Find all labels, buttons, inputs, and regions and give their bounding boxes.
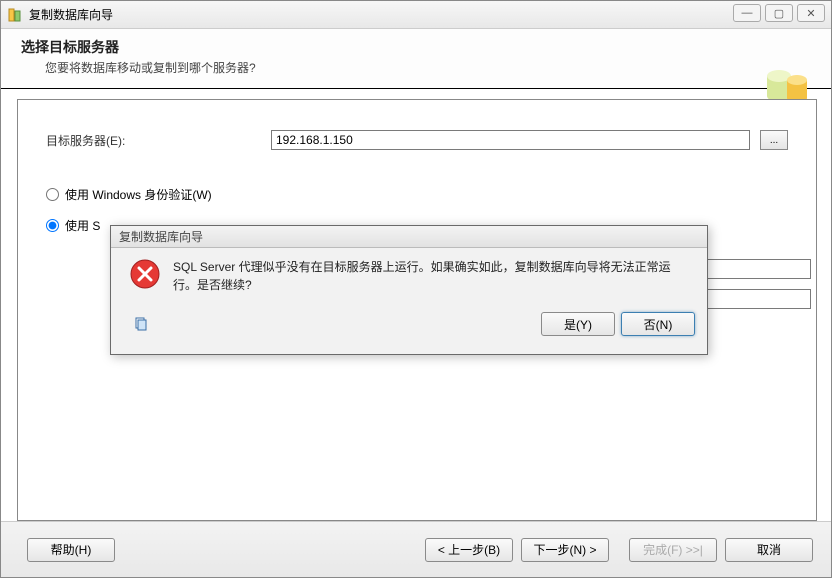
target-server-label: 目标服务器(E): — [46, 132, 271, 149]
maximize-button[interactable]: ▢ — [765, 4, 793, 22]
page-subtitle: 您要将数据库移动或复制到哪个服务器? — [45, 59, 811, 76]
window-title: 复制数据库向导 — [29, 6, 113, 23]
next-button[interactable]: 下一步(N) > — [521, 538, 609, 562]
no-button[interactable]: 否(N) — [621, 312, 695, 336]
target-server-row: 目标服务器(E): ... — [46, 130, 788, 150]
dialog-title: 复制数据库向导 — [119, 228, 203, 245]
finish-button: 完成(F) >>| — [629, 538, 717, 562]
window-controls: — ▢ ✕ — [733, 4, 825, 22]
minimize-button[interactable]: — — [733, 4, 761, 22]
wizard-footer: 帮助(H) < 上一步(B) 下一步(N) > 完成(F) >>| 取消 — [1, 521, 831, 577]
dialog-titlebar: 复制数据库向导 — [111, 226, 707, 248]
header-graphic-icon — [763, 64, 811, 104]
confirm-dialog: 复制数据库向导 SQL Server 代理似乎没有在目标服务器上运行。如果确实如… — [110, 225, 708, 355]
dialog-body: SQL Server 代理似乎没有在目标服务器上运行。如果确实如此，复制数据库向… — [111, 248, 707, 308]
windows-auth-radio[interactable] — [46, 188, 59, 201]
cancel-button[interactable]: 取消 — [725, 538, 813, 562]
page-title: 选择目标服务器 — [21, 37, 811, 57]
dialog-message: SQL Server 代理似乎没有在目标服务器上运行。如果确实如此，复制数据库向… — [173, 258, 689, 304]
target-server-input[interactable] — [271, 130, 750, 150]
error-icon — [129, 258, 161, 290]
copy-icon[interactable] — [133, 316, 149, 332]
main-window: 复制数据库向导 — ▢ ✕ 选择目标服务器 您要将数据库移动或复制到哪个服务器?… — [0, 0, 832, 578]
app-icon — [7, 7, 23, 23]
windows-auth-label: 使用 Windows 身份验证(W) — [65, 186, 212, 203]
wizard-header: 选择目标服务器 您要将数据库移动或复制到哪个服务器? — [1, 29, 831, 89]
dialog-footer: 是(Y) 否(N) — [111, 308, 707, 344]
back-button[interactable]: < 上一步(B) — [425, 538, 513, 562]
help-button[interactable]: 帮助(H) — [27, 538, 115, 562]
browse-button[interactable]: ... — [760, 130, 788, 150]
windows-auth-row: 使用 Windows 身份验证(W) — [46, 186, 788, 203]
titlebar: 复制数据库向导 — ▢ ✕ — [1, 1, 831, 29]
yes-button[interactable]: 是(Y) — [541, 312, 615, 336]
sql-auth-label: 使用 S — [65, 217, 100, 234]
sql-auth-radio[interactable] — [46, 219, 59, 232]
close-button[interactable]: ✕ — [797, 4, 825, 22]
